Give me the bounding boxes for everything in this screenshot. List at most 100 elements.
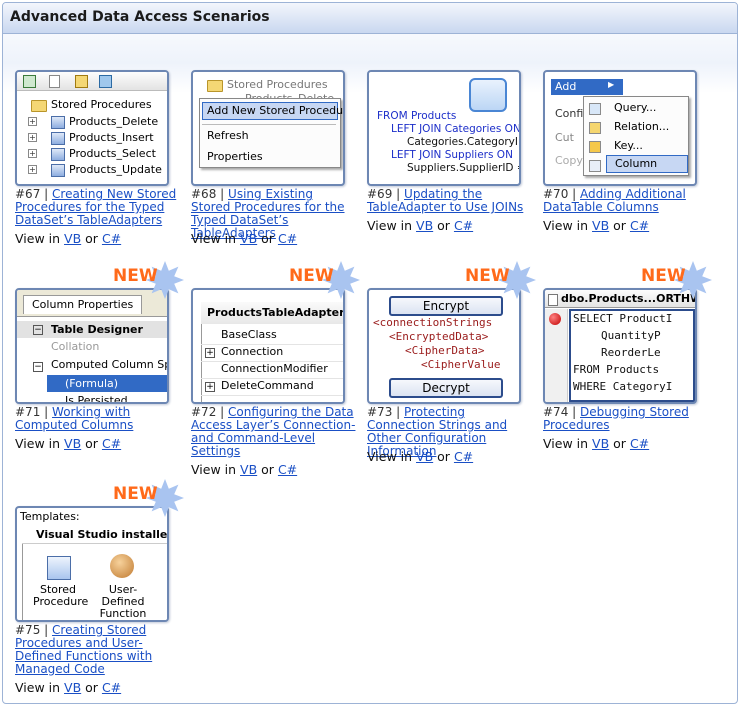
menu-item-properties[interactable]: Properties	[207, 150, 263, 163]
tree-item[interactable]: Stored Procedures	[227, 78, 328, 91]
user-defined-function-template-icon[interactable]	[110, 554, 134, 578]
view-vb-link[interactable]: VB	[240, 462, 257, 477]
submenu-item[interactable]: Column	[606, 155, 688, 173]
menu-item-refresh[interactable]: Refresh	[207, 129, 249, 142]
relation-icon	[589, 122, 601, 134]
new-badge: NEW	[641, 266, 686, 286]
view-cs-link[interactable]: C#	[630, 436, 649, 451]
view-vb-link[interactable]: VB	[64, 436, 81, 451]
tutorial-thumbnail[interactable]: dbo.Products...ORTHWN SELECT ProductI Quan…	[543, 288, 697, 404]
submenu-item[interactable]: Relation...	[614, 120, 669, 133]
tutorial-title-link[interactable]: Configuring the Data Access Layer’s Conn…	[191, 405, 355, 458]
property-row[interactable]: ConnectionModifier	[221, 362, 328, 375]
tree-item[interactable]: Products_Insert	[69, 131, 154, 144]
view-vb-link[interactable]: VB	[416, 449, 433, 464]
tutorial-number: #74	[543, 405, 569, 419]
view-vb-link[interactable]: VB	[592, 436, 609, 451]
document-icon[interactable]	[49, 75, 60, 88]
menu-item-cut[interactable]: Cut	[555, 131, 574, 144]
tutorial-thumbnail[interactable]: Templates: Visual Studio installed t Store…	[15, 506, 169, 622]
menu-item-copy[interactable]: Copy	[555, 154, 583, 167]
server-icon[interactable]	[99, 75, 112, 88]
property-row[interactable]: DeleteCommand	[221, 379, 314, 392]
tree-item[interactable]: Products_Delete	[69, 115, 158, 128]
menu-item-add-new-stored-procedure[interactable]: Add New Stored Procedure	[202, 102, 343, 120]
tutorial-thumbnail[interactable]: ProductsTableAdapter BaseClass Connection +…	[191, 288, 345, 404]
property-row[interactable]: Connection	[221, 345, 283, 358]
submenu-item[interactable]: Key...	[614, 139, 643, 152]
tree-item[interactable]: Products_Update	[69, 163, 162, 176]
refresh-icon[interactable]	[23, 75, 36, 88]
expand-icon[interactable]: +	[28, 149, 37, 158]
view-or-label: or	[437, 218, 450, 233]
expand-icon[interactable]: +	[28, 133, 37, 142]
tutorial-number: #67	[15, 187, 41, 201]
view-vb-link[interactable]: VB	[416, 218, 433, 233]
view-or-label: or	[261, 231, 274, 246]
tutorial-thumbnail[interactable]: Encrypt <connectionStrings <EncryptedData>…	[367, 288, 521, 404]
view-vb-link[interactable]: VB	[64, 680, 81, 695]
property-row-selected[interactable]: (Formula)	[47, 375, 167, 392]
submenu-item[interactable]: Query...	[614, 101, 656, 114]
view-cs-link[interactable]: C#	[278, 462, 297, 477]
tree-item[interactable]: Products_Select	[69, 147, 156, 160]
view-in-row: View in VB or C#	[367, 449, 473, 464]
stored-procedure-template-icon[interactable]	[47, 556, 71, 580]
view-cs-link[interactable]: C#	[454, 218, 473, 233]
collapse-icon[interactable]: −	[33, 325, 43, 335]
tutorial-thumbnail[interactable]: Add ▶ Configu Cut Copy Query... Relation... Key…	[543, 70, 697, 186]
key-icon	[589, 141, 601, 153]
view-cs-link[interactable]: C#	[630, 218, 649, 233]
tab-column-properties[interactable]: Column Properties	[23, 295, 143, 314]
encrypt-button[interactable]: Encrypt	[389, 296, 503, 316]
tutorial-number: #72	[191, 405, 217, 419]
xml-line: <EncryptedData>	[389, 330, 489, 343]
expand-icon[interactable]: +	[205, 382, 215, 392]
caption-separator: |	[572, 405, 577, 419]
property-row[interactable]: BaseClass	[221, 328, 277, 341]
tutorial-card: dbo.Products...ORTHWN SELECT ProductI Quan…	[543, 261, 712, 454]
view-vb-link[interactable]: VB	[64, 231, 81, 246]
view-in-label: View in	[191, 462, 237, 477]
view-in-row: View in VB or C#	[15, 231, 121, 246]
view-cs-link[interactable]: C#	[278, 231, 297, 246]
tutorial-thumbnail[interactable]: Stored Procedures + Products_Delete + Produc…	[15, 70, 169, 186]
property-row[interactable]: Is Persisted	[65, 394, 128, 402]
document-icon	[548, 294, 558, 306]
property-row[interactable]: Collation	[51, 340, 99, 353]
template-user-defined-function[interactable]: User-Defined Function	[91, 584, 155, 620]
expand-icon[interactable]: +	[205, 348, 215, 358]
stored-procedure-icon	[51, 148, 65, 161]
view-cs-link[interactable]: C#	[102, 680, 121, 695]
tutorial-card: Column Properties Table Designer − Collatio…	[15, 261, 184, 454]
view-in-label: View in	[15, 436, 61, 451]
view-vb-link[interactable]: VB	[240, 231, 257, 246]
breakpoint-icon[interactable]	[549, 313, 561, 325]
view-in-row: View in VB or C#	[191, 462, 297, 477]
tutorial-card: FROM Products LEFT JOIN Categories ON Cate…	[367, 70, 527, 236]
view-cs-link[interactable]: C#	[102, 231, 121, 246]
view-or-label: or	[613, 436, 626, 451]
view-or-label: or	[613, 218, 626, 233]
collapse-icon[interactable]: −	[33, 362, 43, 372]
decrypt-button[interactable]: Decrypt	[389, 378, 503, 398]
tutorial-number: #69	[367, 187, 393, 201]
template-stored-procedure[interactable]: Stored Procedure	[33, 584, 88, 608]
tutorial-caption: #67 | Creating New Stored Procedures for…	[15, 188, 180, 227]
sql-line: SELECT ProductI	[573, 312, 673, 325]
tree-item[interactable]: Stored Procedures	[51, 98, 152, 111]
view-cs-link[interactable]: C#	[102, 436, 121, 451]
templates-label: Templates:	[20, 510, 80, 523]
tutorial-thumbnail[interactable]: Column Properties Table Designer − Collatio…	[15, 288, 169, 404]
expand-icon[interactable]: +	[28, 117, 37, 126]
view-cs-link[interactable]: C#	[454, 449, 473, 464]
expand-icon[interactable]: +	[28, 165, 37, 174]
folder-icon	[207, 80, 223, 92]
property-row[interactable]: Computed Column Speci	[51, 358, 167, 371]
new-badge: NEW	[113, 484, 158, 504]
tutorial-thumbnail[interactable]: FROM Products LEFT JOIN Categories ON Cate…	[367, 70, 521, 186]
tutorial-thumbnail[interactable]: Stored ProceduresProducts_DeleteAdd New …	[191, 70, 345, 186]
view-vb-link[interactable]: VB	[592, 218, 609, 233]
tutorial-title-link[interactable]: Creating New Stored Procedures for the T…	[15, 187, 176, 227]
add-connection-icon[interactable]	[75, 75, 88, 88]
